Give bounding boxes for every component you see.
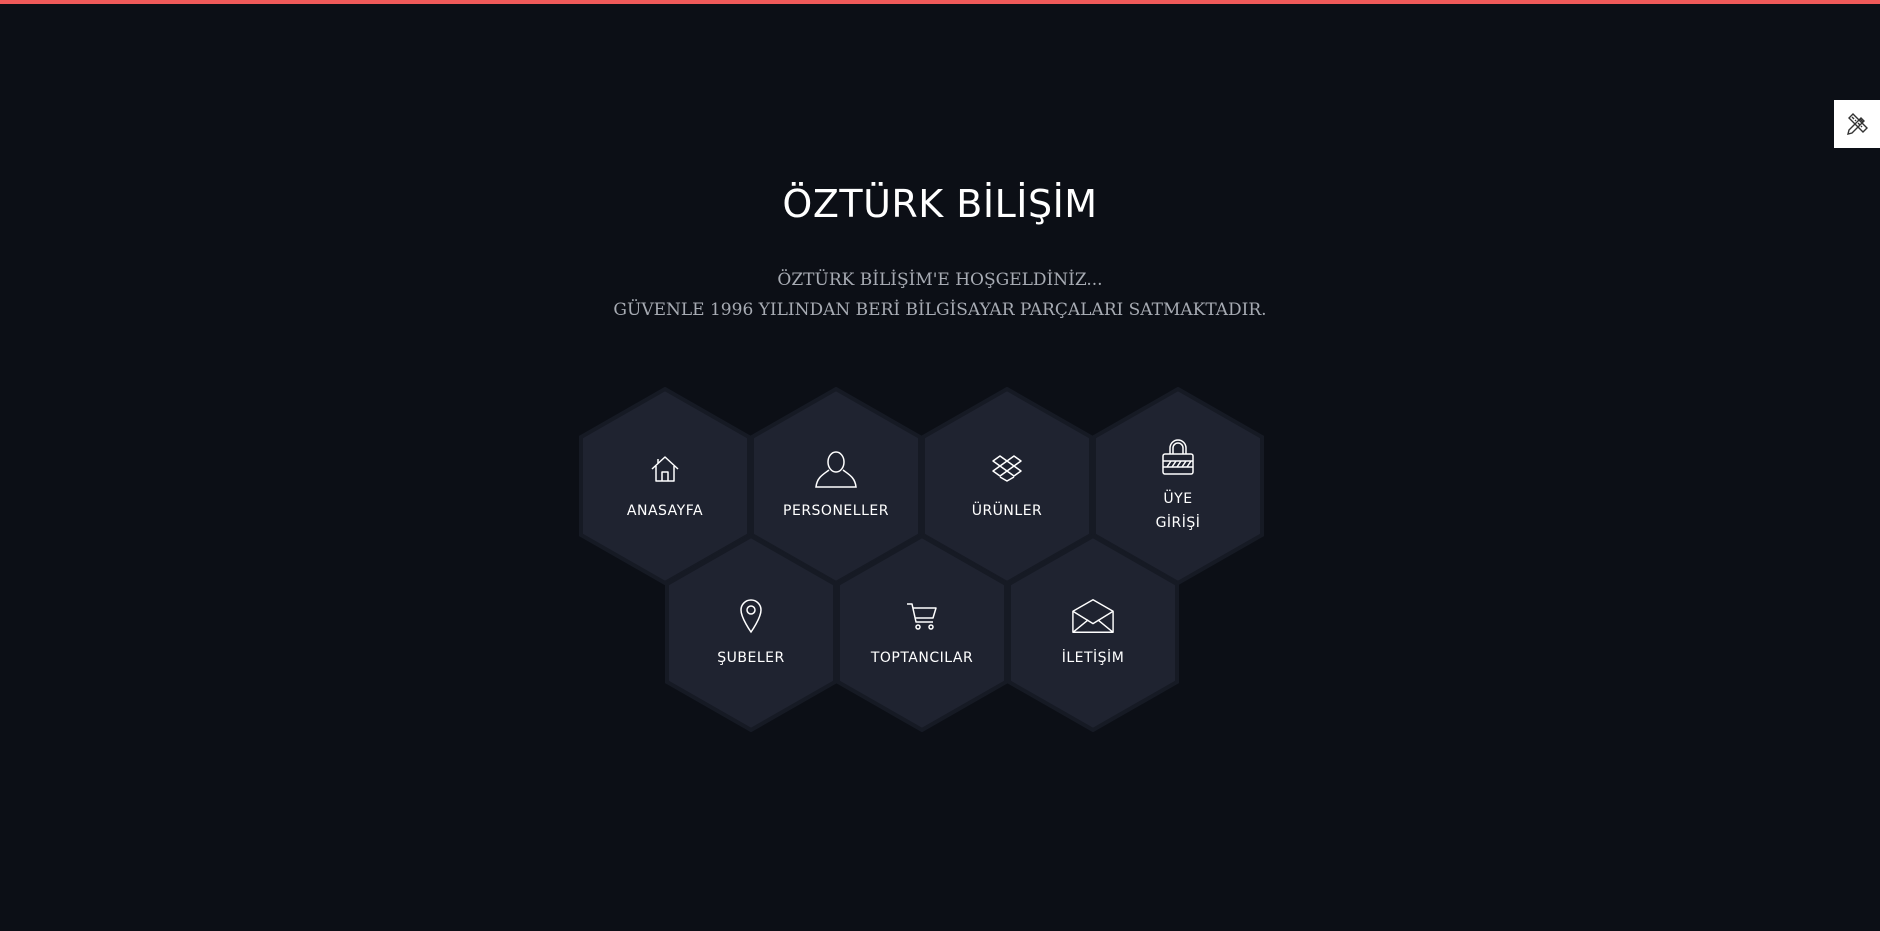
nav-label: TOPTANCILAR — [870, 650, 974, 666]
nav-label: ÜRÜNLER — [971, 503, 1043, 519]
lock-icon — [1162, 439, 1194, 475]
nav-label: ANASAYFA — [626, 503, 704, 519]
top-accent-bar — [0, 0, 1880, 4]
page-subtitle: ÖZTÜRK BİLİŞİM'E HOŞGELDİNİZ... GÜVENLE … — [0, 265, 1880, 325]
nav-tile-subeler[interactable]: ŞUBELER — [665, 534, 837, 732]
nav-tile-toptancilar[interactable]: TOPTANCILAR — [836, 534, 1008, 732]
nav-tile-iletisim[interactable]: İLETİŞİM — [1007, 534, 1179, 732]
page-title: ÖZTÜRK BİLİŞİM — [782, 182, 1098, 226]
nav-label: İLETİŞİM — [1061, 650, 1125, 666]
cart-icon — [907, 603, 937, 630]
map-pin-icon — [740, 599, 762, 634]
pencil-ruler-icon — [1847, 113, 1868, 135]
nav-label: ÜYE GİRİŞİ — [1155, 491, 1201, 531]
nav-label: PERSONELLER — [783, 503, 889, 519]
user-icon — [815, 451, 857, 488]
customize-tool-button[interactable] — [1834, 100, 1880, 148]
dropbox-icon — [992, 455, 1022, 482]
nav-label: ŞUBELER — [717, 650, 785, 666]
home-icon — [651, 456, 679, 482]
envelope-icon — [1072, 599, 1114, 633]
subtitle-line-1: ÖZTÜRK BİLİŞİM'E HOŞGELDİNİZ... — [777, 270, 1103, 290]
subtitle-line-2: GÜVENLE 1996 YILINDAN BERİ BİLGİSAYAR PA… — [613, 300, 1267, 320]
